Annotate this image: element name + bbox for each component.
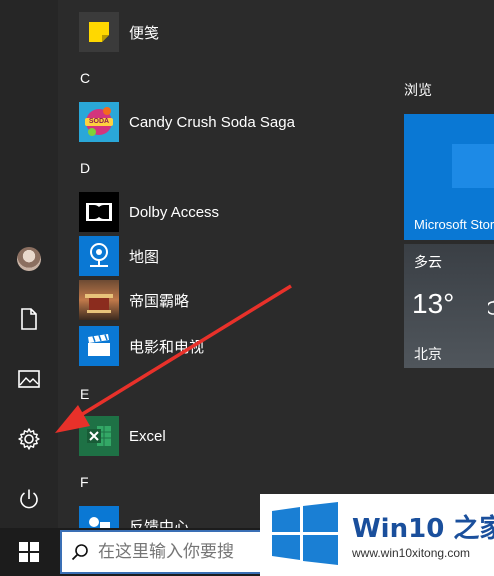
watermark-url: www.win10xitong.com — [352, 546, 471, 560]
taskbar-search-box[interactable] — [60, 530, 264, 574]
red-arrow-annotation — [55, 284, 292, 433]
watermark-title: Win10 之家 — [352, 514, 494, 544]
win10-logo-icon — [272, 502, 338, 565]
search-icon — [62, 543, 98, 561]
start-menu-screen: 便笺 C SODA Candy Crush Soda Saga D Dolby … — [0, 0, 494, 576]
watermark-logo: Win10 之家 www.win10xitong.com — [260, 494, 494, 576]
search-input[interactable] — [98, 542, 258, 562]
windows-logo-icon — [19, 542, 39, 562]
start-button[interactable] — [0, 528, 58, 576]
